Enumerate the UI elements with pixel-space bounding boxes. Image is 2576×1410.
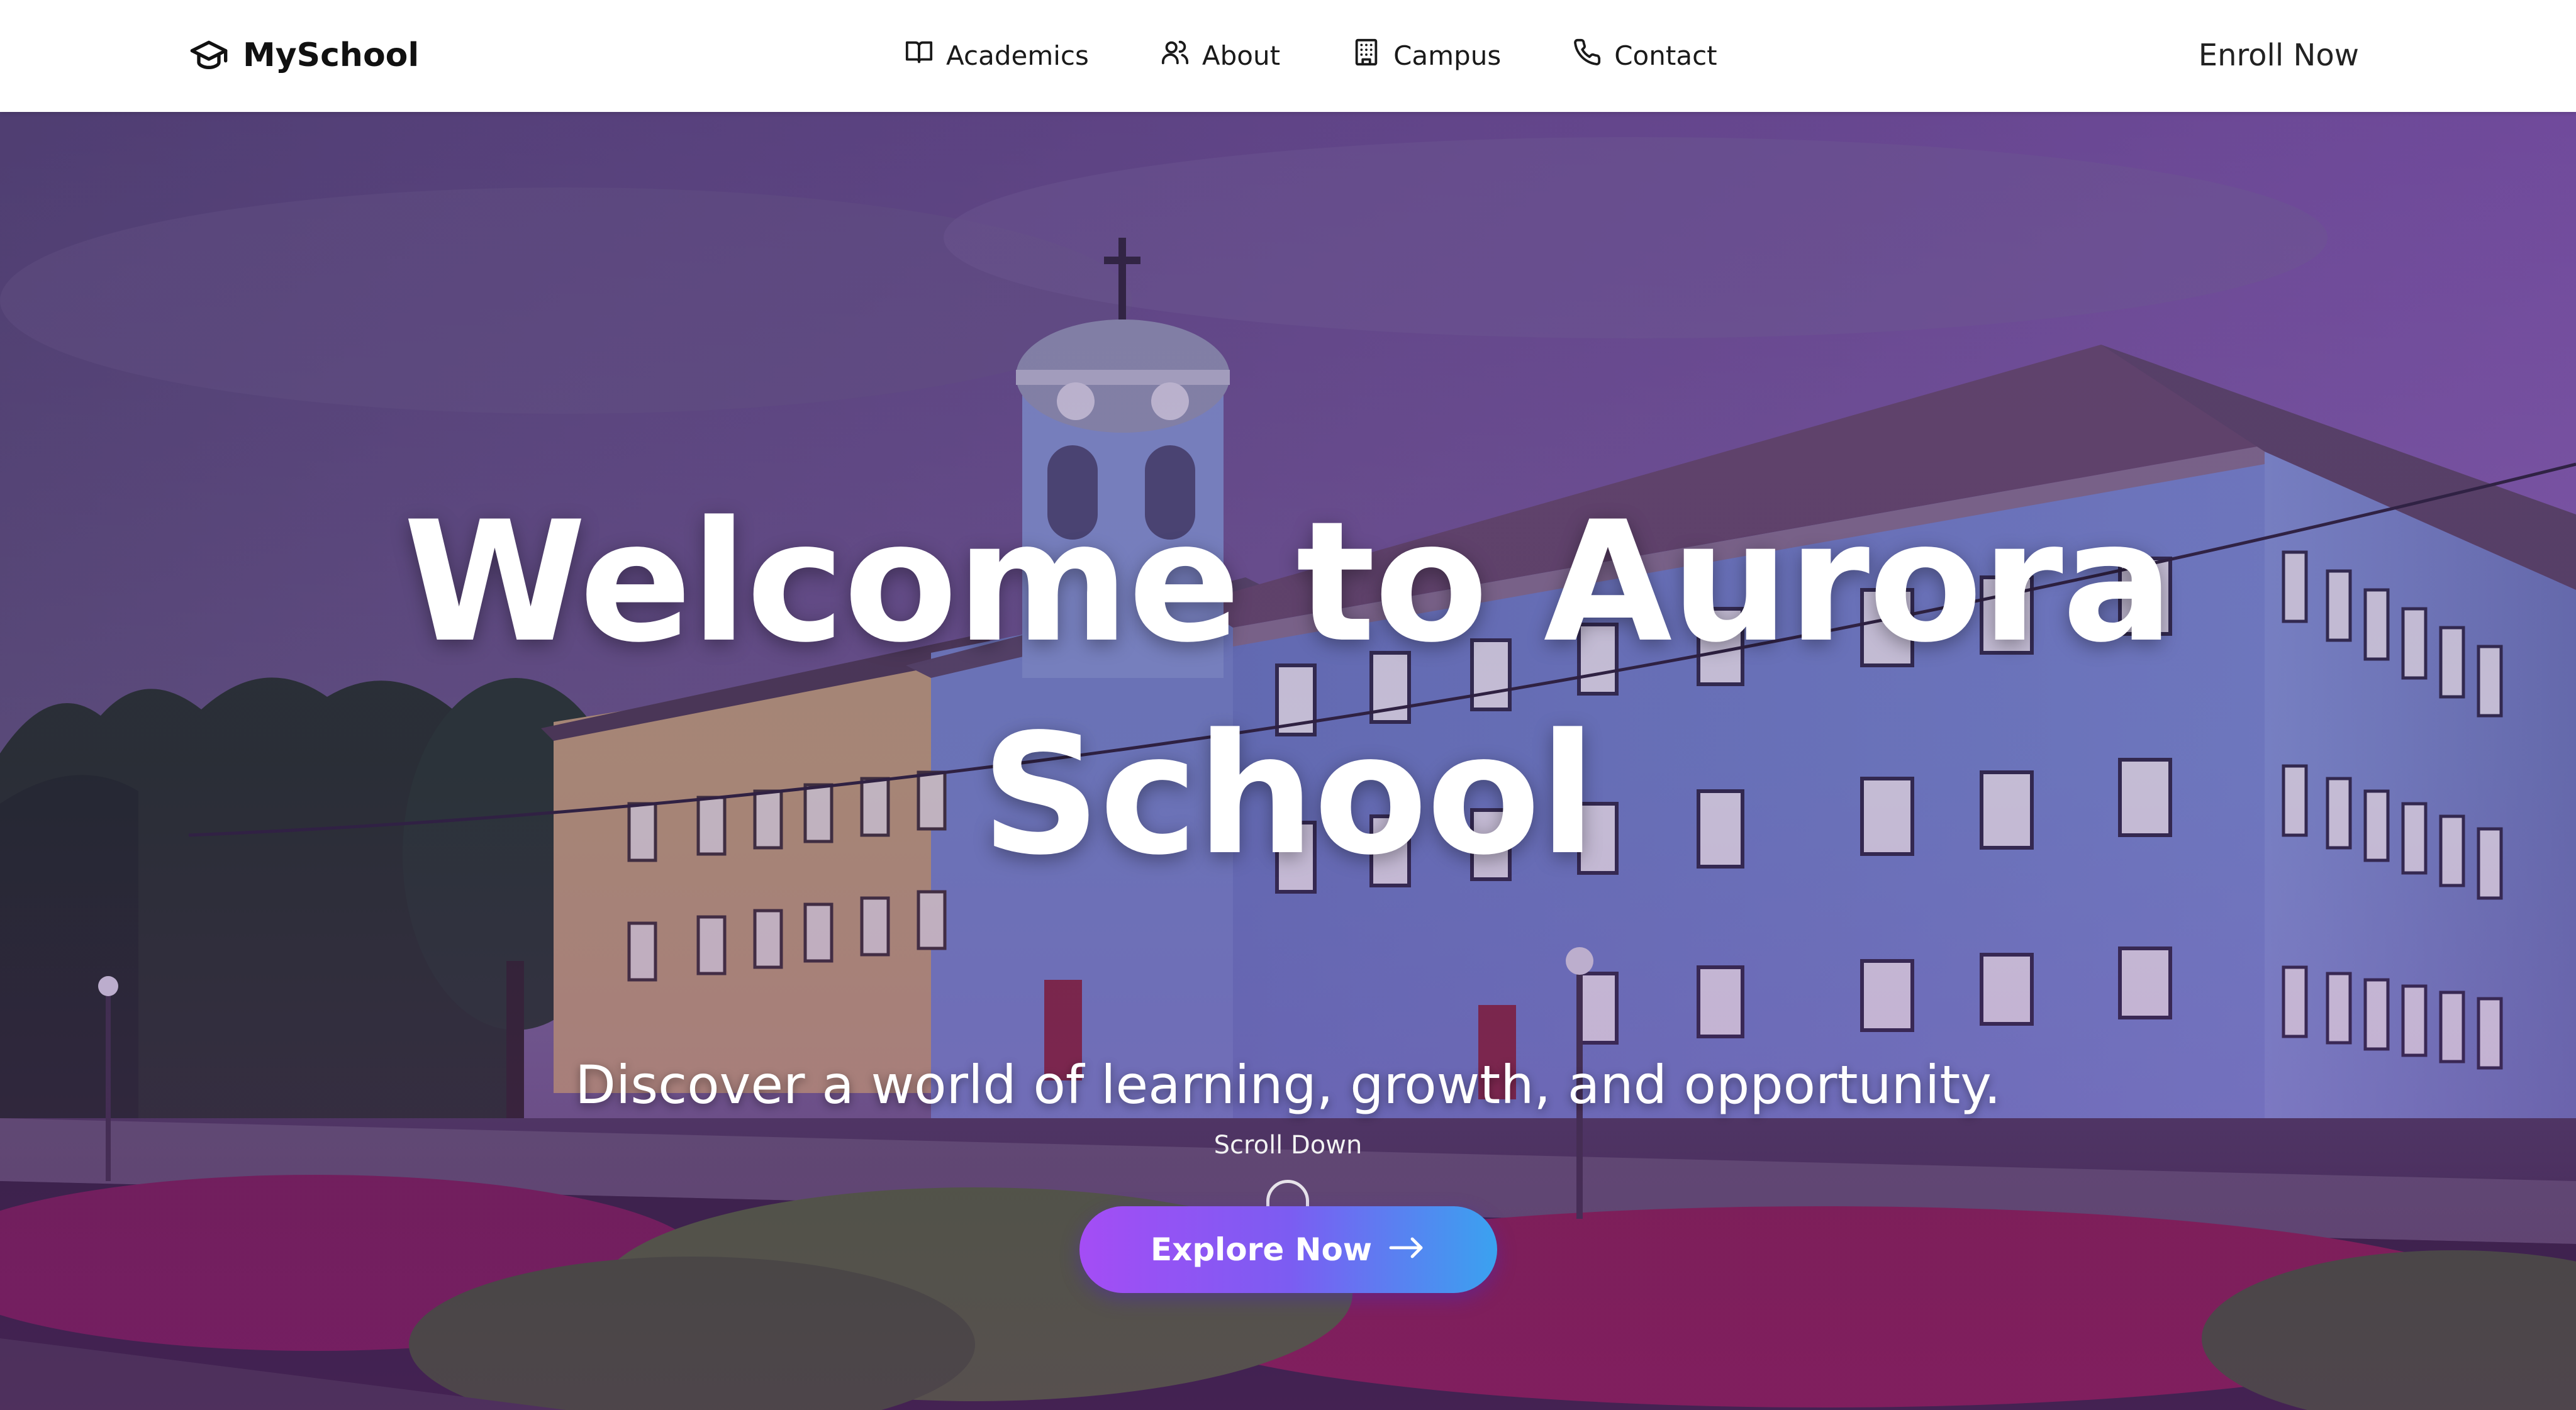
users-icon xyxy=(1161,38,1190,73)
graduation-cap-icon xyxy=(189,34,229,77)
hero-section: Welcome to Aurora School Discover a worl… xyxy=(0,112,2576,1410)
arrow-right-icon xyxy=(1388,1231,1426,1268)
building-icon xyxy=(1352,38,1381,73)
nav-item-about[interactable]: About xyxy=(1161,38,1280,73)
hero-subtitle: Discover a world of learning, growth, an… xyxy=(575,1054,2001,1116)
explore-now-button[interactable]: Explore Now xyxy=(1079,1206,1497,1293)
top-navbar: MySchool Academics About Campus Contact … xyxy=(0,0,2576,112)
nav-item-academics[interactable]: Academics xyxy=(905,38,1089,73)
nav-label-about: About xyxy=(1202,40,1281,71)
main-nav: Academics About Campus Contact xyxy=(905,33,1717,78)
nav-item-campus[interactable]: Campus xyxy=(1352,38,1501,73)
enroll-now-link[interactable]: Enroll Now xyxy=(2199,33,2359,78)
nav-label-academics: Academics xyxy=(946,40,1089,71)
hero-title-line-2: School xyxy=(981,699,1597,892)
nav-label-contact: Contact xyxy=(1614,40,1717,71)
book-icon xyxy=(905,38,934,73)
phone-icon xyxy=(1573,38,1602,73)
brand-name: MySchool xyxy=(243,36,420,74)
brand-logo[interactable]: MySchool xyxy=(189,33,419,78)
hero-title: Welcome to Aurora School xyxy=(377,477,2199,902)
explore-now-label: Explore Now xyxy=(1150,1231,1373,1268)
hero-title-line-1: Welcome to Aurora xyxy=(403,486,2174,679)
scroll-down-label: Scroll Down xyxy=(1213,1131,1363,1160)
nav-item-contact[interactable]: Contact xyxy=(1573,38,1717,73)
nav-label-campus: Campus xyxy=(1393,40,1502,71)
